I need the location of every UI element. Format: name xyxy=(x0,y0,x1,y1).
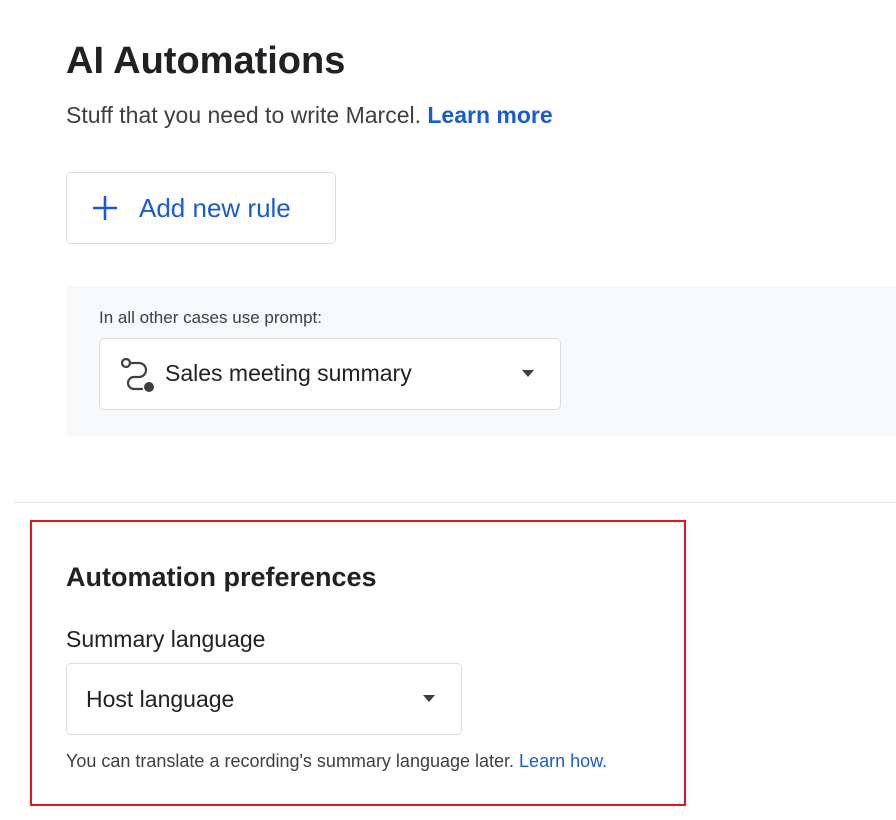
section-divider xyxy=(14,502,896,503)
subtitle-text: Stuff that you need to write Marcel. xyxy=(66,102,421,128)
add-new-rule-button[interactable]: Add new rule xyxy=(66,172,336,244)
chevron-down-icon xyxy=(522,370,534,377)
chevron-down-icon xyxy=(423,695,435,702)
default-prompt-value: Sales meeting summary xyxy=(165,360,412,386)
page-title: AI Automations xyxy=(66,40,346,82)
plus-icon xyxy=(93,196,117,220)
summary-language-label: Summary language xyxy=(66,626,266,652)
summary-language-value: Host language xyxy=(86,686,235,712)
flow-icon xyxy=(120,358,154,392)
default-prompt-label: In all other cases use prompt: xyxy=(99,308,323,327)
default-prompt-panel: In all other cases use prompt: Sales mee… xyxy=(66,286,896,436)
summary-language-select[interactable]: Host language xyxy=(66,663,462,735)
summary-language-hint: You can translate a recording's summary … xyxy=(66,751,607,772)
automation-preferences-title: Automation preferences xyxy=(66,562,377,592)
add-new-rule-label: Add new rule xyxy=(139,192,291,223)
page-subtitle: Stuff that you need to write Marcel. Lea… xyxy=(66,102,553,129)
learn-more-link[interactable]: Learn more xyxy=(427,102,552,128)
default-prompt-select[interactable]: Sales meeting summary xyxy=(99,338,561,410)
learn-how-link[interactable]: Learn how. xyxy=(519,751,607,771)
hint-text: You can translate a recording's summary … xyxy=(66,751,515,771)
